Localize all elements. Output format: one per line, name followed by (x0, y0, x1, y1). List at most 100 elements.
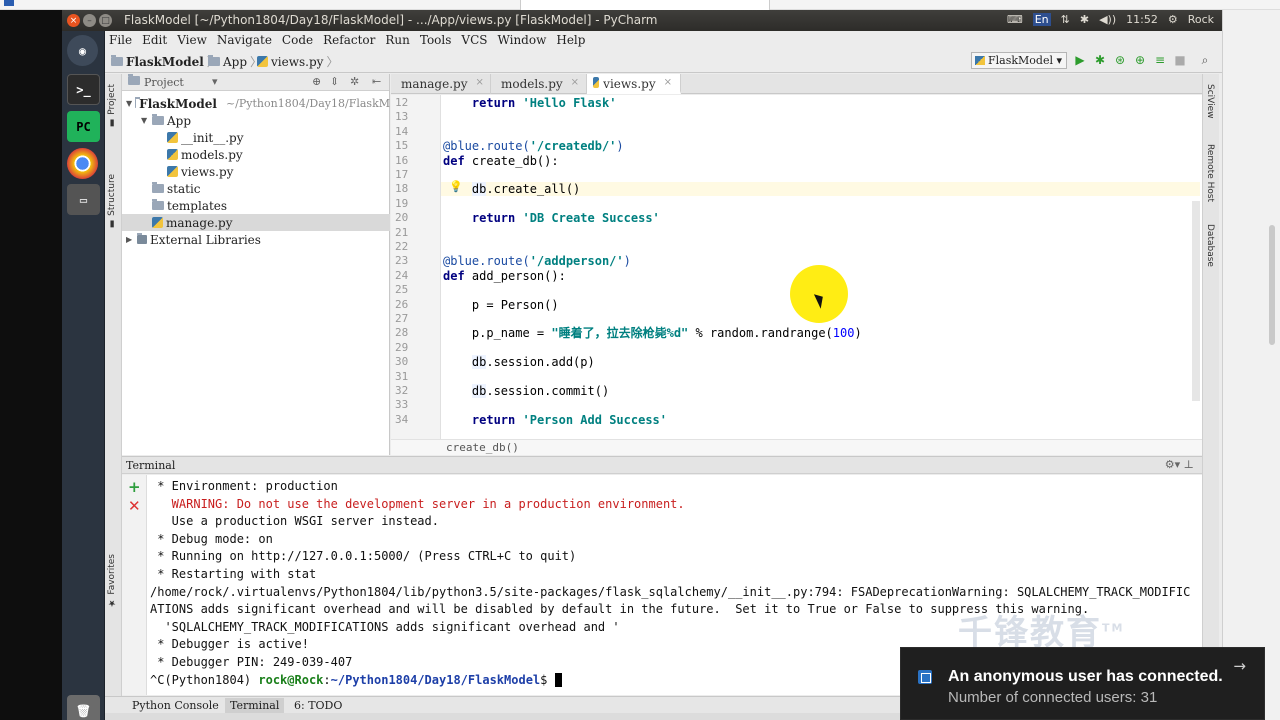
terminal-app-icon[interactable]: >_ (67, 74, 100, 105)
code-line[interactable]: return 'Person Add Success' (443, 413, 667, 427)
hide-icon[interactable]: ⇤ (372, 75, 381, 88)
chrome-app-icon[interactable] (67, 148, 98, 179)
menu-refactor[interactable]: Refactor (323, 33, 375, 47)
expand-arrow-icon[interactable]: ▼ (141, 116, 149, 125)
gear-icon[interactable]: ⚙ (1168, 13, 1178, 26)
lightbulb-icon[interactable]: 💡 (449, 180, 463, 193)
menu-code[interactable]: Code (282, 33, 313, 47)
collapse-arrow-icon[interactable]: ▶ (126, 235, 134, 244)
menu-help[interactable]: Help (556, 33, 585, 47)
files-app-icon[interactable]: ▭ (67, 184, 100, 215)
input-method-indicator[interactable]: En (1032, 13, 1051, 26)
menu-run[interactable]: Run (385, 33, 410, 47)
bottom-tab-python-console[interactable]: Python Console (127, 698, 224, 713)
user-name[interactable]: Rock (1188, 13, 1214, 26)
run-icon[interactable]: ▶ (1073, 53, 1087, 67)
project-tool-icon[interactable]: ▮ Project (107, 84, 117, 128)
crumb-project[interactable]: FlaskModel〉 (111, 53, 219, 70)
tab-views-py[interactable]: views.py × (587, 74, 681, 94)
crumb-file[interactable]: views.py 〉 (257, 53, 338, 70)
code-line[interactable]: return 'Hello Flask' (443, 96, 617, 110)
code-line[interactable]: def create_db(): (443, 154, 559, 168)
tree-item[interactable]: templates (122, 197, 390, 214)
expand-arrow-icon[interactable]: ▼ (126, 99, 132, 108)
code-line[interactable]: db.session.commit() (443, 384, 609, 398)
menu-navigate[interactable]: Navigate (217, 33, 272, 47)
code-line[interactable]: @blue.route('/createdb/') (443, 139, 624, 153)
volume-icon[interactable]: ◀)) (1099, 13, 1116, 26)
tree-item[interactable]: models.py (122, 146, 390, 163)
menu-edit[interactable]: Edit (142, 33, 167, 47)
menu-view[interactable]: View (177, 33, 207, 47)
search-icon[interactable]: ⌕ (1198, 53, 1212, 67)
tree-item-label: External Libraries (150, 232, 261, 247)
code-line[interactable]: @blue.route('/addperson/') (443, 254, 631, 268)
menu-vcs[interactable]: VCS (461, 33, 487, 47)
stop-icon[interactable]: ■ (1173, 53, 1187, 67)
editor-scrollbar[interactable] (1192, 201, 1200, 401)
tree-item[interactable]: views.py (122, 163, 390, 180)
terminal-settings-icon[interactable]: ⚙▾ ⊥ (1165, 458, 1194, 471)
crumb-app[interactable]: App〉 (208, 53, 262, 70)
close-window-button[interactable]: × (67, 14, 80, 27)
tab-models-py[interactable]: models.py × (491, 74, 587, 94)
clock[interactable]: 11:52 (1126, 13, 1158, 26)
close-icon[interactable]: × (475, 77, 483, 88)
code-line[interactable]: db.session.add(p) (443, 355, 595, 370)
sync-icon[interactable]: ⊕ (312, 75, 321, 88)
run-configuration-select[interactable]: FlaskModel ▾ (971, 52, 1067, 69)
code-line[interactable]: def add_person(): (443, 269, 566, 283)
tree-item[interactable]: ▶ External Libraries (122, 231, 390, 248)
scview-tool-icon[interactable]: SciView (1205, 84, 1215, 119)
tab-manage-py[interactable]: manage.py × (391, 74, 491, 94)
gear-icon[interactable]: ✲ (350, 75, 359, 88)
debug-icon[interactable]: ✱ (1093, 53, 1107, 67)
tree-item[interactable]: ▼ App (122, 112, 390, 129)
pycharm-app-icon[interactable]: PC (67, 111, 100, 142)
bluetooth-icon[interactable]: ✱ (1080, 13, 1089, 26)
code-token: 'DB Create Success' (522, 211, 660, 226)
bottom-tab-terminal[interactable]: Terminal (225, 698, 285, 713)
bottom-tab--todo[interactable]: 6: TODO (289, 698, 347, 713)
database-tool-icon[interactable]: Database (1205, 224, 1215, 267)
concurrency-icon[interactable]: ≡ (1153, 53, 1167, 67)
line-number: 31 (395, 369, 409, 383)
trash-icon[interactable]: 🗑 (67, 695, 100, 720)
tree-item[interactable]: ▼ FlaskModel ~/Python1804/Day18/FlaskM (122, 95, 390, 112)
chevron-down-icon[interactable]: ▾ (212, 75, 218, 88)
menu-window[interactable]: Window (497, 33, 546, 47)
coverage-icon[interactable]: ⊛ (1113, 53, 1127, 67)
host-scrollbar[interactable] (1269, 225, 1275, 345)
network-icon[interactable]: ⇅ (1061, 13, 1070, 26)
new-session-icon[interactable]: + (128, 478, 141, 496)
code-breadcrumb[interactable]: create_db() (391, 439, 1202, 455)
profile-icon[interactable]: ⊕ (1133, 53, 1147, 67)
close-session-icon[interactable]: ✕ (128, 497, 141, 515)
code-line[interactable]: p.p_name = "睡着了，拉去除枪毙%d" % random.randra… (443, 326, 862, 340)
favorites-tool-icon[interactable]: ★ Favorites (107, 554, 117, 608)
dash-home-icon[interactable]: ◉ (67, 35, 98, 66)
minimize-window-button[interactable]: – (83, 14, 96, 27)
tree-item[interactable]: static (122, 180, 390, 197)
code-line[interactable]: return 'DB Create Success' (443, 211, 660, 225)
collapse-icon[interactable]: ⇕ (330, 75, 339, 88)
menu-tools[interactable]: Tools (420, 33, 452, 47)
keyboard-icon[interactable]: ⌨ (1007, 13, 1023, 26)
structure-tool-icon[interactable]: ▮ Structure (107, 174, 117, 229)
connection-notification[interactable]: An anonymous user has connected. Number … (900, 647, 1265, 720)
terminal-prompt[interactable]: ^C(Python1804) rock@Rock:~/Python1804/Da… (150, 672, 562, 689)
line-number: 14 (395, 124, 409, 138)
maximize-window-button[interactable]: □ (99, 14, 112, 27)
close-icon[interactable]: × (571, 77, 579, 88)
tree-item[interactable]: manage.py (122, 214, 390, 231)
dismiss-arrow-icon[interactable]: → (1233, 657, 1246, 675)
code-line[interactable]: db.create_all() (441, 182, 1200, 197)
remote-host-tool-icon[interactable]: Remote Host (1205, 144, 1215, 202)
close-icon[interactable]: × (664, 77, 672, 88)
menu-file[interactable]: File (109, 33, 132, 47)
code-line[interactable]: p = Person() (443, 298, 559, 312)
tree-item[interactable]: __init__.py (122, 129, 390, 146)
